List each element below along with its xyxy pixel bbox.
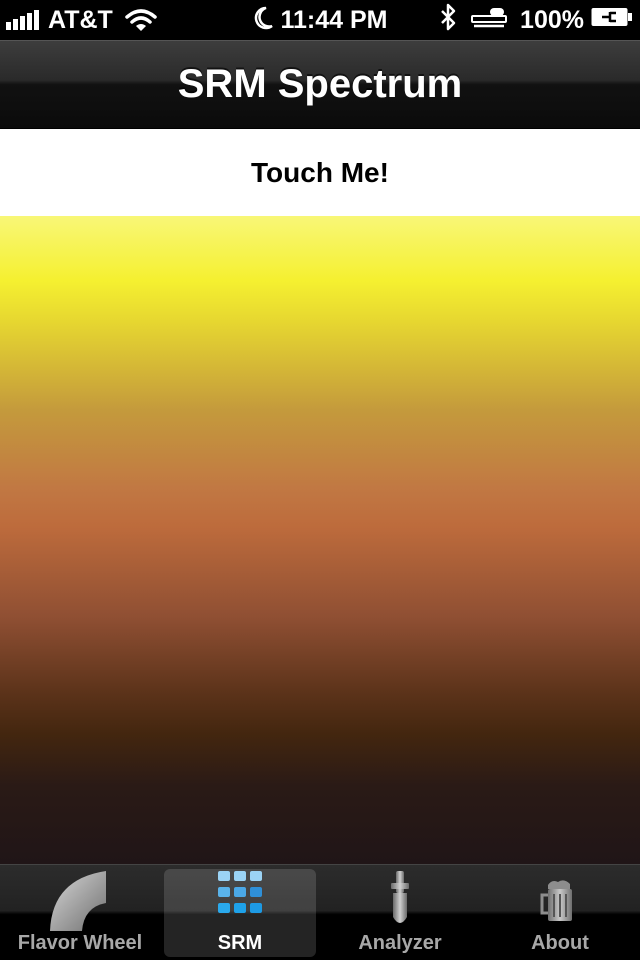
battery-charging-icon (590, 5, 634, 36)
tty-icon (470, 6, 508, 35)
tab-bar: Flavor Wheel SRM Analyzer About (0, 864, 640, 960)
page-title: SRM Spectrum (177, 62, 463, 106)
flavor-wheel-icon (48, 869, 112, 939)
navigation-bar: SRM Spectrum (0, 40, 640, 128)
tab-label-srm: SRM (217, 932, 263, 954)
touch-me-button[interactable]: Touch Me! (0, 129, 640, 216)
hydrometer-icon (385, 869, 415, 937)
tab-srm[interactable]: SRM (160, 865, 320, 960)
status-time: 11:44 PM (280, 6, 388, 34)
tab-flavor-wheel[interactable]: Flavor Wheel (0, 865, 160, 960)
tab-analyzer[interactable]: Analyzer (320, 865, 480, 960)
status-right: 100% (440, 3, 634, 38)
status-bar: AT&T 11:44 PM 100% (0, 0, 640, 40)
tab-about[interactable]: About (480, 865, 640, 960)
srm-color-spectrum[interactable] (0, 216, 640, 864)
tab-label-about: About (531, 932, 589, 954)
do-not-disturb-moon-icon (252, 6, 274, 37)
grid-icon (216, 869, 264, 923)
tab-label-analyzer: Analyzer (358, 932, 442, 954)
beer-mug-icon (540, 869, 580, 931)
bluetooth-icon (440, 3, 456, 38)
battery-percentage: 100% (520, 5, 584, 34)
tab-label-flavor-wheel: Flavor Wheel (17, 932, 143, 954)
